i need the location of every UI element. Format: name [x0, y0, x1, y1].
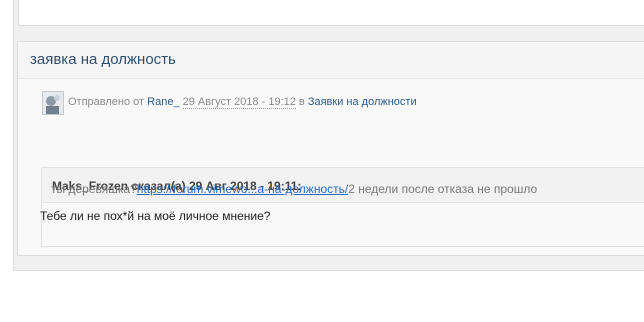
author-link[interactable]: Rane_ [147, 96, 179, 108]
post-meta: Отправлено от Rane_ 29 Август 2018 - 19:… [68, 96, 417, 109]
forum-link[interactable]: Заявки на должности [308, 96, 417, 108]
post-date: 29 Август 2018 - 19:12 [182, 96, 296, 109]
in-label: в [298, 96, 305, 108]
quote-text-before: ты деревяшка? [51, 182, 137, 196]
reply-text: Тебе ли не пох*й на моё личное мнение? [40, 209, 271, 223]
quote-link[interactable]: https://forum.vimewo...а-на-должность/ [137, 182, 349, 196]
avatar[interactable] [42, 91, 64, 115]
sent-by-label: Отправлено от [68, 96, 145, 108]
previous-post-footer [18, 0, 644, 26]
avatar-image-icon [43, 92, 63, 114]
post-body: Отправлено от Rane_ 29 Август 2018 - 19:… [18, 79, 644, 255]
quote-block: Maks_Frozen сказал(а) 29 Авг 2018 - 19:1… [41, 167, 644, 247]
topic-title[interactable]: заявка на должность [30, 51, 176, 68]
quote-text-after: 2 недели после отказа не прошло [348, 182, 538, 196]
quote-text: ты деревяшка?https://forum.vimewo...а-на… [51, 182, 537, 196]
topic-card: заявка на должность Отправлено от Rane_ … [17, 41, 644, 256]
topic-header: заявка на должность [18, 42, 644, 79]
